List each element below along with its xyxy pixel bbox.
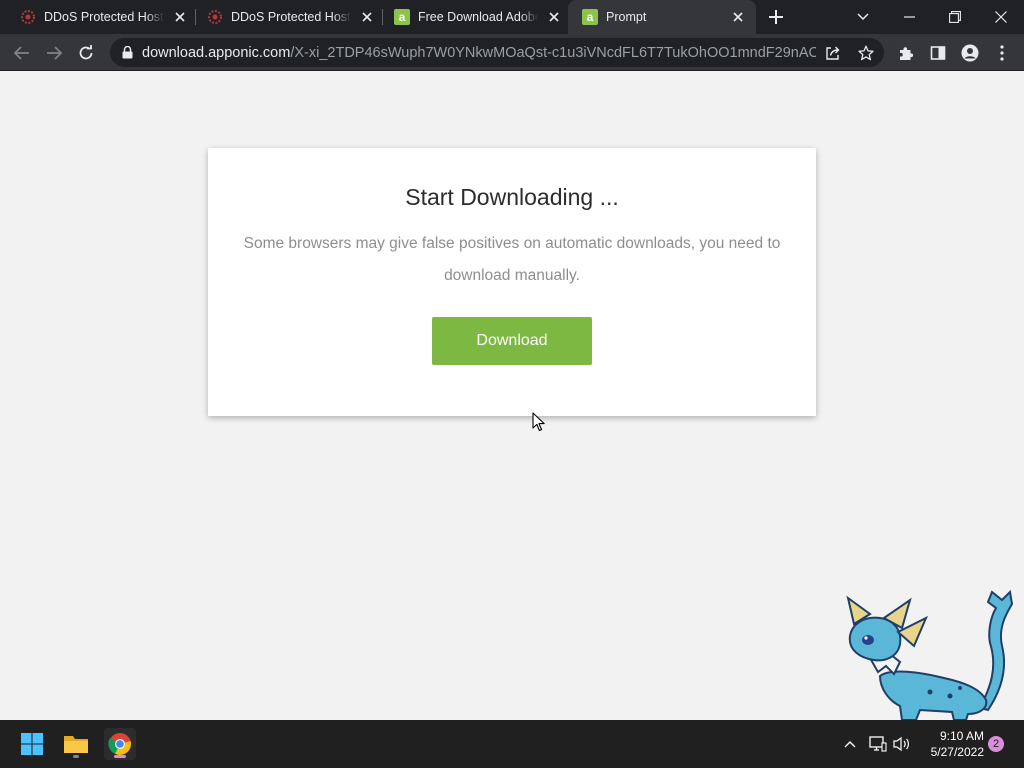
mouse-cursor-icon xyxy=(532,412,545,432)
puzzle-icon xyxy=(900,47,914,60)
apponic-favicon-icon: a xyxy=(582,9,598,25)
arrow-right-icon xyxy=(47,46,62,60)
taskbar-clock[interactable]: 9:10 AM 5/27/2022 xyxy=(918,728,984,760)
url-host: download.apponic.com xyxy=(142,44,291,61)
network-tray-button[interactable] xyxy=(868,734,888,754)
restore-button[interactable] xyxy=(932,0,978,34)
chrome-icon xyxy=(108,733,131,755)
url-text[interactable]: download.apponic.com/X-xi_2TDP46sWuph7W0… xyxy=(142,45,816,61)
profile-button[interactable] xyxy=(956,39,984,67)
file-explorer-button[interactable] xyxy=(60,728,92,760)
tab-strip: DDoS Protected Hosting DDoS Protected Ho… xyxy=(0,0,1024,34)
page-title: Start Downloading ... xyxy=(405,184,619,210)
close-icon xyxy=(995,11,1007,23)
speaker-icon xyxy=(893,736,909,752)
volume-tray-button[interactable] xyxy=(892,734,912,754)
lock-icon[interactable] xyxy=(120,46,134,60)
windows-logo-icon xyxy=(21,733,43,755)
desktop-pet-mascot xyxy=(846,589,1014,721)
download-message: Some browsers may give false positives o… xyxy=(243,235,781,284)
tab-title: DDoS Protected Hosting xyxy=(44,10,164,24)
new-tab-button[interactable] xyxy=(764,5,788,29)
close-tab-icon[interactable] xyxy=(359,9,375,25)
active-indicator xyxy=(114,755,126,758)
tab-search-button[interactable] xyxy=(840,0,886,34)
ddos-favicon-icon xyxy=(207,9,223,25)
kebab-menu-icon xyxy=(1000,45,1004,61)
apponic-favicon-icon: a xyxy=(394,9,410,25)
chevron-down-icon xyxy=(857,13,869,21)
tab-ddos-2[interactable]: DDoS Protected Hosting xyxy=(187,0,381,34)
tab-free-download-adobe[interactable]: a Free Download Adobe xyxy=(374,0,568,34)
page-content: Start Downloading ... Some browsers may … xyxy=(0,72,1024,721)
tab-title: DDoS Protected Hosting xyxy=(231,10,351,24)
close-tab-icon[interactable] xyxy=(546,9,562,25)
network-icon xyxy=(869,736,887,752)
forward-button[interactable] xyxy=(40,39,68,67)
close-window-button[interactable] xyxy=(978,0,1024,34)
minimize-button[interactable] xyxy=(886,0,932,34)
clock-date: 5/27/2022 xyxy=(930,745,984,759)
running-indicator xyxy=(73,755,79,758)
back-button[interactable] xyxy=(8,39,36,67)
tab-title: Free Download Adobe xyxy=(418,10,538,24)
bookmark-star-icon[interactable] xyxy=(855,42,877,64)
folder-icon xyxy=(64,736,88,753)
show-hidden-icons-button[interactable] xyxy=(840,734,860,754)
restore-icon xyxy=(949,11,961,23)
menu-button[interactable] xyxy=(988,39,1016,67)
side-panel-button[interactable] xyxy=(924,39,952,67)
url-path: /X-xi_2TDP46sWuph7W0YNkwMOaQst-c1u3iVNcd… xyxy=(290,44,816,61)
download-button[interactable]: Download xyxy=(432,317,592,365)
minimize-icon xyxy=(903,16,915,18)
reload-button[interactable] xyxy=(72,39,100,67)
close-tab-icon[interactable] xyxy=(730,9,746,25)
tab-title: Prompt xyxy=(606,10,647,24)
browser-toolbar: download.apponic.com/X-xi_2TDP46sWuph7W0… xyxy=(0,34,1024,71)
windows-taskbar: 9:10 AM 5/27/2022 xyxy=(0,720,1024,768)
ddos-favicon-icon xyxy=(20,9,36,25)
tab-ddos-1[interactable]: DDoS Protected Hosting xyxy=(0,0,194,34)
tab-prompt[interactable]: a Prompt xyxy=(568,0,756,34)
avatar-icon xyxy=(961,44,979,62)
address-bar[interactable]: download.apponic.com/X-xi_2TDP46sWuph7W0… xyxy=(110,38,884,67)
download-card: Start Downloading ... Some browsers may … xyxy=(208,148,816,416)
close-tab-icon[interactable] xyxy=(172,9,188,25)
chevron-up-icon xyxy=(844,741,856,748)
share-icon[interactable] xyxy=(822,42,844,64)
side-panel-icon xyxy=(930,46,946,60)
chrome-taskbar-button[interactable] xyxy=(104,728,136,760)
arrow-left-icon xyxy=(14,46,29,60)
clock-time: 9:10 AM xyxy=(939,729,984,743)
start-button[interactable] xyxy=(16,728,48,760)
reload-icon xyxy=(79,45,93,60)
notification-badge[interactable]: 2 xyxy=(988,736,1004,752)
extensions-button[interactable] xyxy=(892,39,920,67)
